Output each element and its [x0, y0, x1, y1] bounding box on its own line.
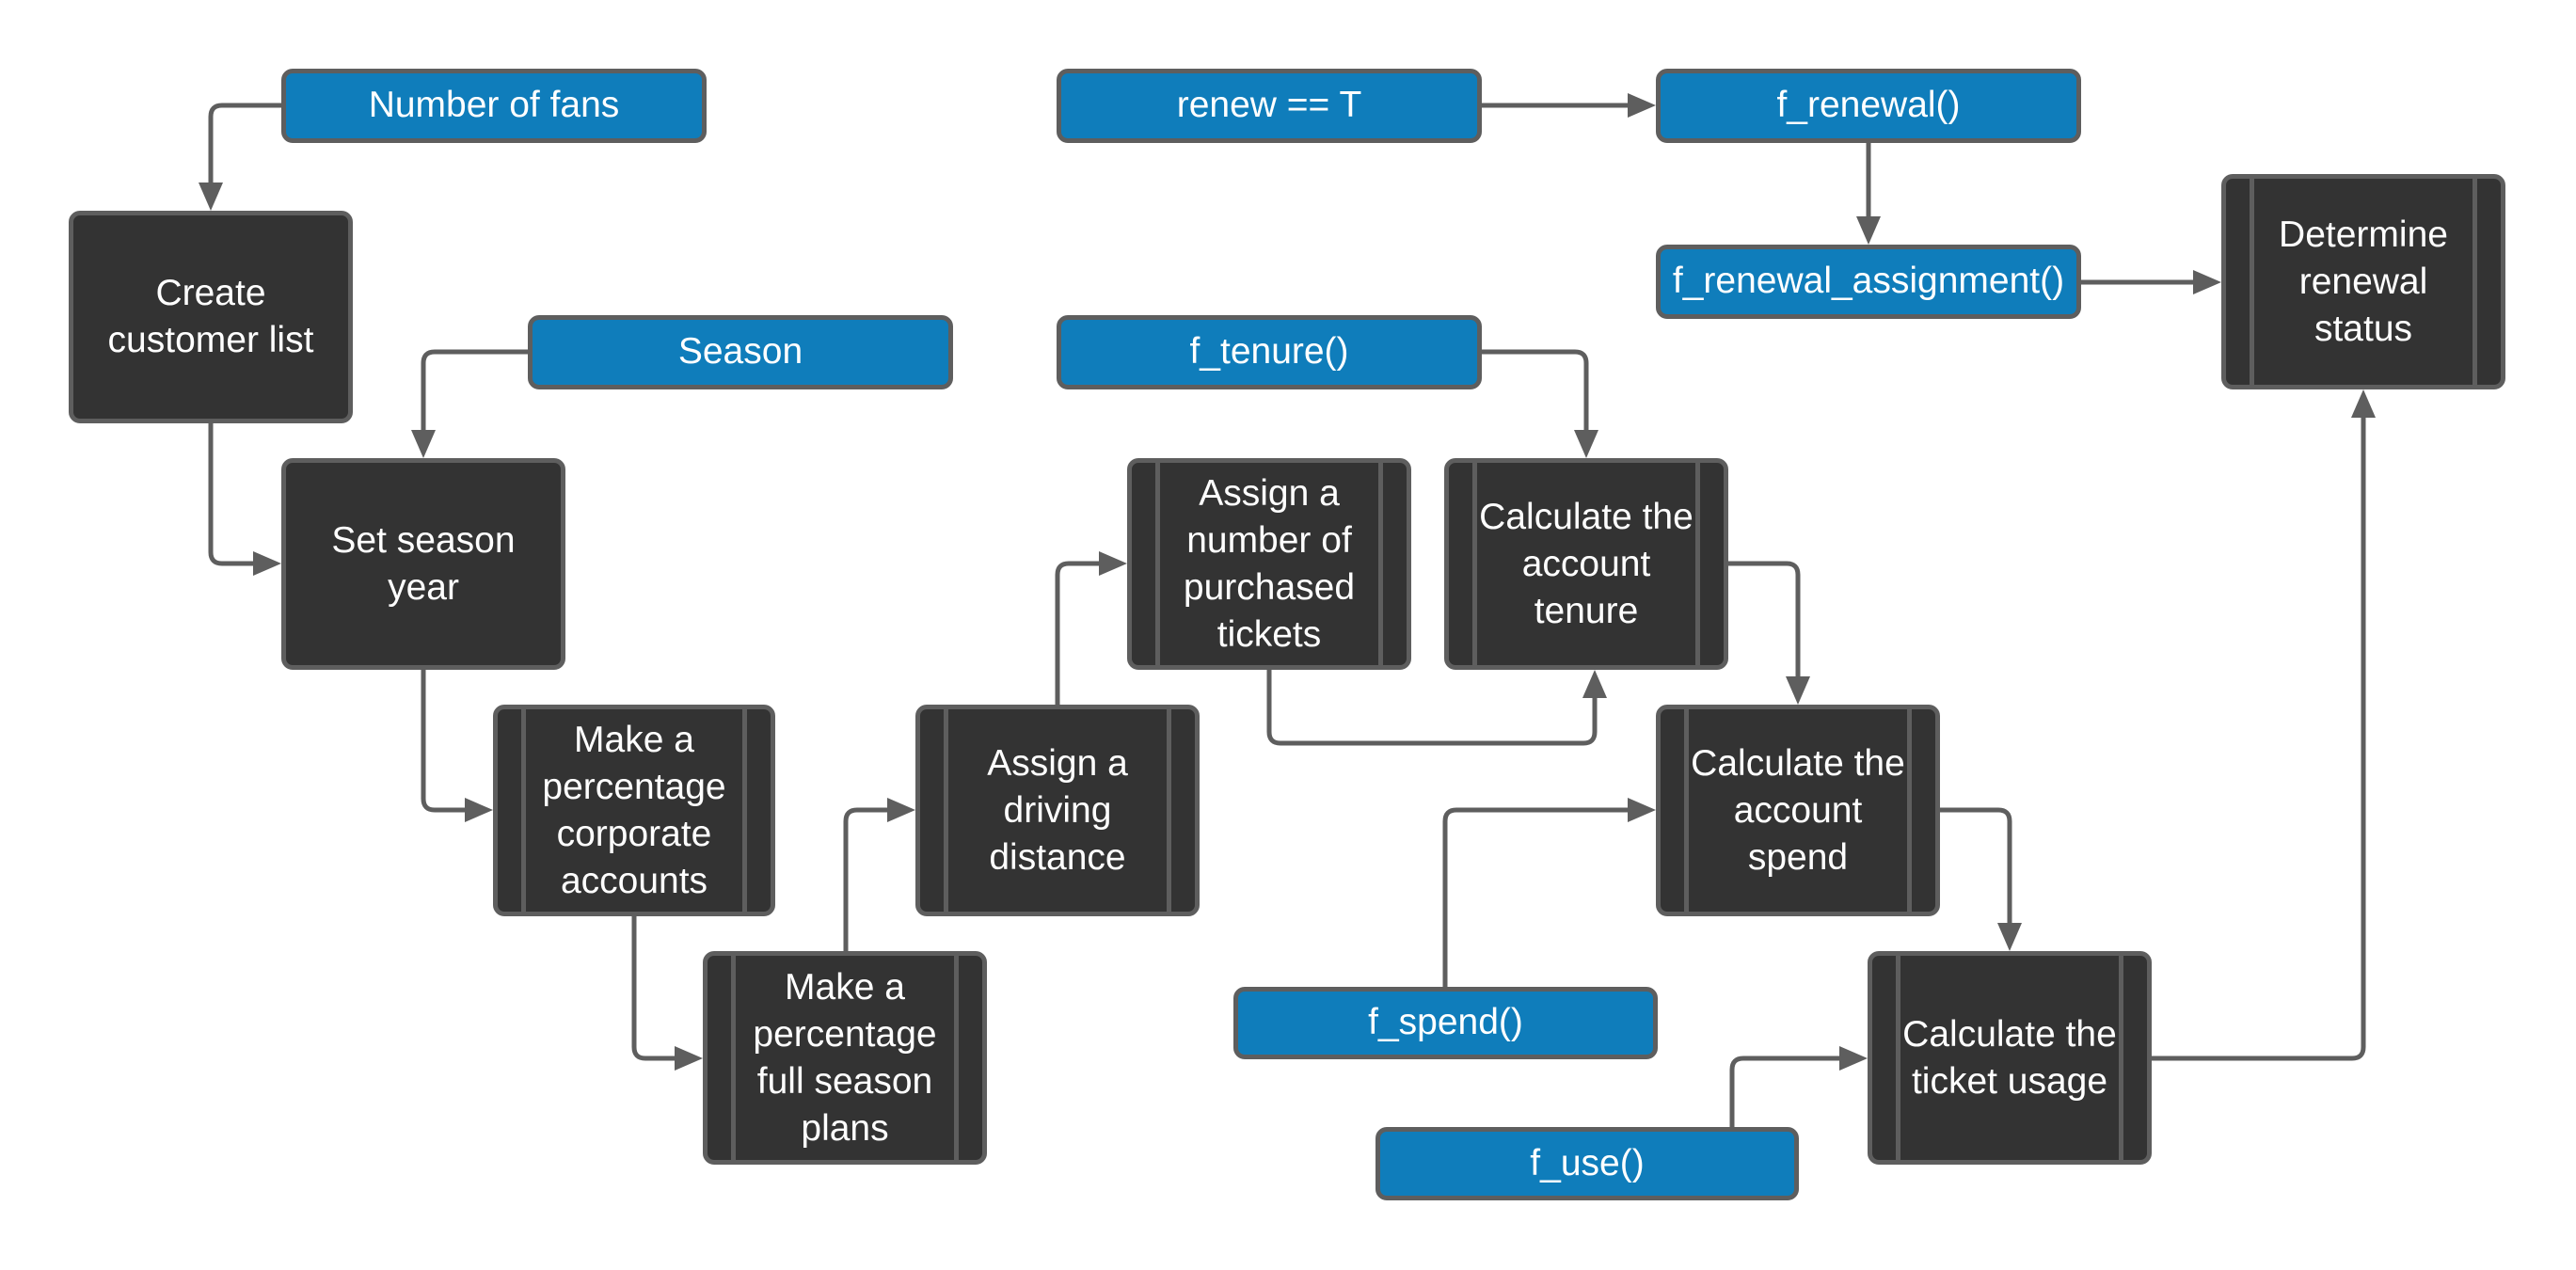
node-f-spend[interactable]: f_spend(): [1233, 987, 1658, 1059]
flowchart-canvas: Number of fans Create customer list Seas…: [0, 0, 2576, 1270]
node-label: Assign a driving distance: [987, 742, 1128, 878]
arrowhead-icon: [1856, 216, 1881, 245]
edge-number_of_fans-to-create_customer_list: [208, 103, 281, 183]
arrowhead-icon: [465, 798, 493, 822]
node-label: f_tenure(): [1189, 331, 1349, 373]
node-label: f_renewal_assignment(): [1672, 261, 2065, 302]
arrowhead-icon: [1786, 676, 1810, 705]
node-label: Make a percentage full season plans: [753, 966, 937, 1149]
node-f-renewal[interactable]: f_renewal(): [1656, 69, 2081, 143]
node-label: Assign a number of purchased tickets: [1183, 472, 1356, 655]
arrowhead-icon: [2351, 389, 2376, 418]
node-account-tenure[interactable]: Calculate the account tenure: [1444, 458, 1728, 670]
edge-pct_corporate-to-pct_full_season: [631, 916, 675, 1061]
node-label: renew == T: [1176, 85, 1362, 126]
node-account-spend[interactable]: Calculate the account spend: [1656, 705, 1940, 916]
arrowhead-icon: [1099, 551, 1127, 576]
node-label: f_renewal(): [1776, 85, 1961, 126]
node-label: Calculate the account spend: [1691, 742, 1905, 878]
arrowhead-icon: [2193, 270, 2221, 294]
node-set-season-year[interactable]: Set season year: [281, 458, 565, 670]
node-label: Set season year: [331, 519, 516, 608]
node-label: Calculate the ticket usage: [1902, 1013, 2117, 1102]
node-ticket-usage[interactable]: Calculate the ticket usage: [1868, 951, 2152, 1165]
edge-pct_full_season-to-driving_distance: [843, 807, 887, 951]
node-determine-renewal-status[interactable]: Determine renewal status: [2221, 174, 2505, 389]
edge-f_tenure-to-account_tenure: [1482, 349, 1589, 430]
node-percentage-full-season-plans[interactable]: Make a percentage full season plans: [703, 951, 987, 1165]
arrowhead-icon: [1997, 923, 2022, 951]
edge-f_use-to-ticket_usage: [1729, 1056, 1839, 1127]
arrowhead-icon: [1574, 430, 1598, 458]
node-label: Create customer list: [107, 273, 314, 360]
edge-create_customer_list-to-set_season_year: [208, 423, 253, 566]
arrowhead-icon: [253, 551, 281, 576]
node-label: Season: [677, 331, 803, 373]
edge-ticket_usage-to-determine_renewal: [2152, 418, 2366, 1061]
node-purchased-tickets[interactable]: Assign a number of purchased tickets: [1127, 458, 1411, 670]
node-label: f_spend(): [1368, 1002, 1523, 1043]
edge-season-to-set_season_year: [421, 349, 528, 430]
arrowhead-icon: [411, 430, 436, 458]
node-label: Calculate the account tenure: [1479, 496, 1693, 631]
node-label: Number of fans: [368, 85, 620, 126]
arrowhead-icon: [887, 798, 915, 822]
arrowhead-icon: [1839, 1046, 1868, 1071]
node-label: Determine renewal status: [2279, 214, 2448, 349]
node-renew-eq-t[interactable]: renew == T: [1057, 69, 1482, 143]
node-label: f_use(): [1530, 1142, 1645, 1183]
node-driving-distance[interactable]: Assign a driving distance: [915, 705, 1200, 916]
arrowhead-icon: [675, 1046, 703, 1071]
node-f-renewal-assignment[interactable]: f_renewal_assignment(): [1656, 245, 2081, 319]
edge-purchased_tickets-to-account_tenure: [1266, 670, 1598, 746]
node-create-customer-list[interactable]: Create customer list: [69, 211, 353, 423]
edge-driving_distance-to-purchased_tickets: [1055, 561, 1099, 705]
node-label: Make a percentage corporate accounts: [542, 719, 726, 901]
node-f-use[interactable]: f_use(): [1375, 1127, 1799, 1200]
node-number-of-fans[interactable]: Number of fans: [281, 69, 707, 143]
arrowhead-icon: [199, 183, 223, 211]
node-percentage-corporate-accounts[interactable]: Make a percentage corporate accounts: [493, 705, 775, 916]
arrowhead-icon: [1582, 670, 1607, 698]
edge-f_spend-to-account_spend: [1442, 807, 1628, 987]
edge-set_season_year-to-pct_corporate: [421, 670, 465, 813]
arrowhead-icon: [1628, 93, 1656, 118]
node-f-tenure[interactable]: f_tenure(): [1057, 315, 1482, 389]
edge-account_tenure-to-account_spend: [1728, 561, 1801, 676]
edge-account_spend-to-ticket_usage: [1940, 807, 2012, 923]
arrowhead-icon: [1628, 798, 1656, 822]
node-season[interactable]: Season: [528, 315, 953, 389]
